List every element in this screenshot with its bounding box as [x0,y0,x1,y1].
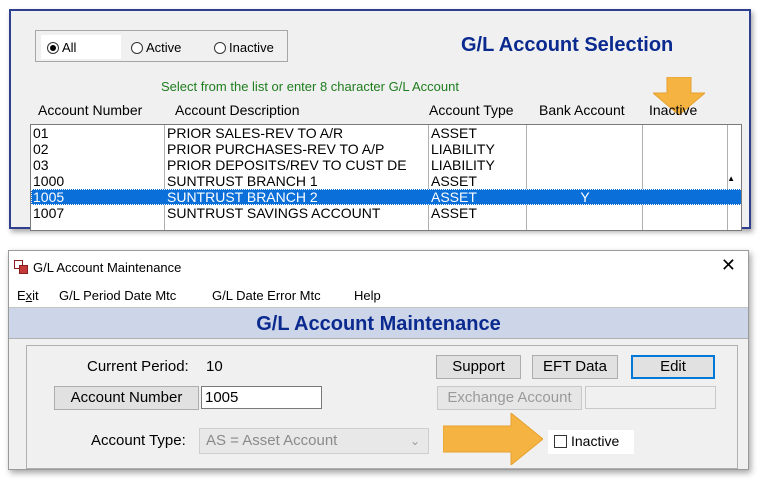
account-maintenance-window: G/L Account Maintenance ✕ Exit G/L Perio… [8,250,749,470]
col-header-account-description[interactable]: Account Description [175,102,300,118]
menu-bar: Exit G/L Period Date Mtc G/L Date Error … [9,281,748,307]
cell-account-number: 03 [33,157,49,173]
radio-inactive-dot[interactable] [214,41,226,54]
maintenance-title: G/L Account Maintenance [256,313,501,335]
inactive-checkbox[interactable] [554,435,567,448]
selection-hint: Select from the list or enter 8 characte… [161,79,459,94]
account-type-value: AS = Asset Account [206,432,338,449]
scroll-down-arrow-icon[interactable]: ▲ [727,174,735,183]
radio-active[interactable]: Active [131,40,181,55]
close-icon[interactable]: ✕ [721,255,736,276]
col-header-bank-account[interactable]: Bank Account [539,102,625,118]
menu-help[interactable]: Help [354,288,381,303]
current-period-value: 10 [206,358,223,375]
cell-account-description: SUNTRUST SAVINGS ACCOUNT [167,205,381,221]
radio-all[interactable]: All [47,40,76,55]
account-selection-panel: All Active Inactive G/L Account Selectio… [9,9,751,231]
table-row-selected[interactable]: 1005 SUNTRUST BRANCH 2 ASSET Y [31,189,741,205]
table-row[interactable]: 03 PRIOR DEPOSITS/REV TO CUST DE LIABILI… [31,157,741,173]
account-type-select[interactable]: AS = Asset Account ⌄ [199,428,429,454]
cell-bank-account: Y [580,189,590,205]
account-grid[interactable]: 01 PRIOR SALES-REV TO A/R ASSET 02 PRIOR… [30,124,742,231]
cell-account-number: 1000 [33,173,65,189]
account-type-label: Account Type: [91,432,186,449]
table-row[interactable]: 01 PRIOR SALES-REV TO A/R ASSET [31,125,741,141]
cell-account-type: LIABILITY [431,157,495,173]
eft-data-button[interactable]: EFT Data [532,355,618,379]
col-header-inactive[interactable]: Inactive [649,102,697,118]
radio-all-dot[interactable] [47,41,59,54]
exchange-account-button[interactable]: Exchange Account [437,386,582,410]
col-header-account-number[interactable]: Account Number [38,102,142,118]
maintenance-header: G/L Account Maintenance [9,307,748,339]
menu-gl-date-error-mtc[interactable]: G/L Date Error Mtc [212,288,321,303]
table-row[interactable]: 1007 SUNTRUST SAVINGS ACCOUNT ASSET [31,205,741,221]
selection-title: G/L Account Selection [461,34,674,56]
cell-account-number: 01 [33,125,49,141]
edit-button[interactable]: Edit [631,355,715,379]
cell-account-description: PRIOR SALES-REV TO A/R [167,125,344,141]
radio-all-label: All [62,40,77,55]
window-title: G/L Account Maintenance [33,260,182,275]
cell-account-description: SUNTRUST BRANCH 2 [167,189,318,205]
cell-account-description: PRIOR DEPOSITS/REV TO CUST DE [167,157,407,173]
support-button[interactable]: Support [436,355,521,379]
app-icon [14,260,28,274]
cell-account-number: 02 [33,141,49,157]
exchange-account-input[interactable] [585,386,716,409]
col-header-account-type[interactable]: Account Type [429,102,514,118]
status-filter-group: All Active Inactive [35,30,288,62]
table-row[interactable]: 02 PRIOR PURCHASES-REV TO A/P LIABILITY [31,141,741,157]
menu-exit[interactable]: Exit [17,288,39,303]
chevron-down-icon: ⌄ [409,434,420,448]
cell-account-type: ASSET [431,173,477,189]
callout-arrow-right-icon [443,413,543,465]
cell-account-type: ASSET [431,189,477,205]
cell-account-type: ASSET [431,205,477,221]
current-period-label: Current Period: [87,358,189,375]
inactive-checkbox-wrapper[interactable]: Inactive [548,430,634,454]
menu-gl-period-date-mtc[interactable]: G/L Period Date Mtc [59,288,176,303]
cell-account-type: LIABILITY [431,141,495,157]
account-number-input[interactable]: 1005 [201,386,322,409]
cell-account-description: SUNTRUST BRANCH 1 [167,173,318,189]
inactive-checkbox-label: Inactive [571,433,620,449]
menu-exit-accel: x [25,288,33,303]
cell-account-description: PRIOR PURCHASES-REV TO A/P [167,141,385,157]
cell-account-type: ASSET [431,125,477,141]
radio-active-label: Active [146,40,182,55]
title-bar[interactable]: G/L Account Maintenance ✕ [9,251,748,281]
table-row[interactable]: 1000 SUNTRUST BRANCH 1 ASSET [31,173,741,189]
radio-active-dot[interactable] [131,41,143,54]
account-number-button[interactable]: Account Number [54,386,199,410]
cell-account-number: 1005 [33,189,65,205]
radio-inactive[interactable]: Inactive [214,40,274,55]
radio-inactive-label: Inactive [229,40,274,55]
cell-account-number: 1007 [33,205,65,221]
